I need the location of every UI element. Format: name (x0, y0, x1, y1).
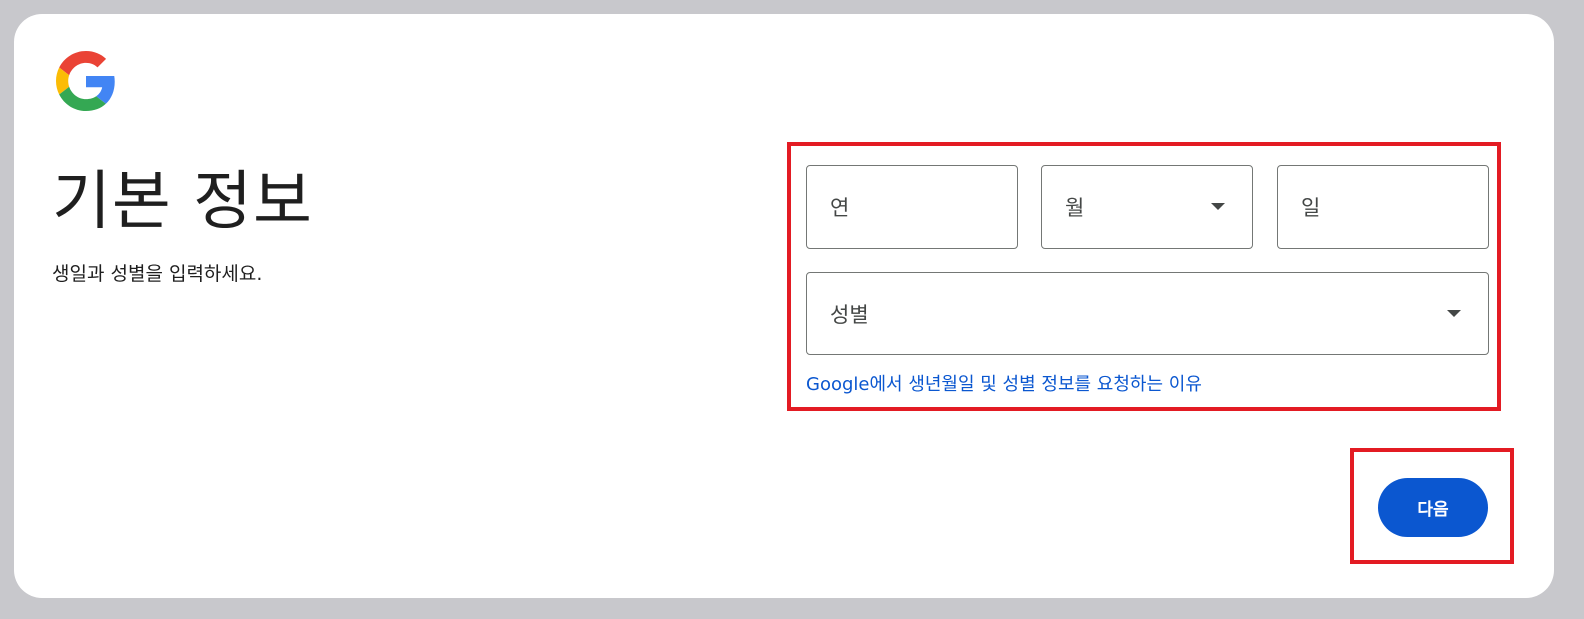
birth-year-field[interactable]: 연 (806, 165, 1018, 249)
gender-select[interactable]: 성별 (806, 272, 1489, 355)
page-title: 기본 정보 (52, 165, 313, 239)
birth-month-select[interactable]: 월 (1041, 165, 1253, 249)
birth-month-placeholder: 월 (1065, 196, 1085, 220)
why-birthday-gender-link[interactable]: Google에서 생년월일 및 성별 정보를 요청하는 이유 (806, 370, 1202, 396)
gender-placeholder: 성별 (830, 302, 869, 327)
chevron-down-icon (1447, 309, 1461, 317)
birth-day-placeholder: 일 (1301, 196, 1321, 220)
birth-year-placeholder: 연 (830, 196, 850, 220)
google-g-icon (56, 51, 115, 111)
birth-day-field[interactable]: 일 (1277, 165, 1489, 249)
google-logo (56, 51, 116, 111)
next-button[interactable]: 다음 (1378, 478, 1488, 537)
chevron-down-icon (1211, 203, 1225, 210)
page-subtitle: 생일과 성별을 입력하세요. (52, 263, 263, 285)
